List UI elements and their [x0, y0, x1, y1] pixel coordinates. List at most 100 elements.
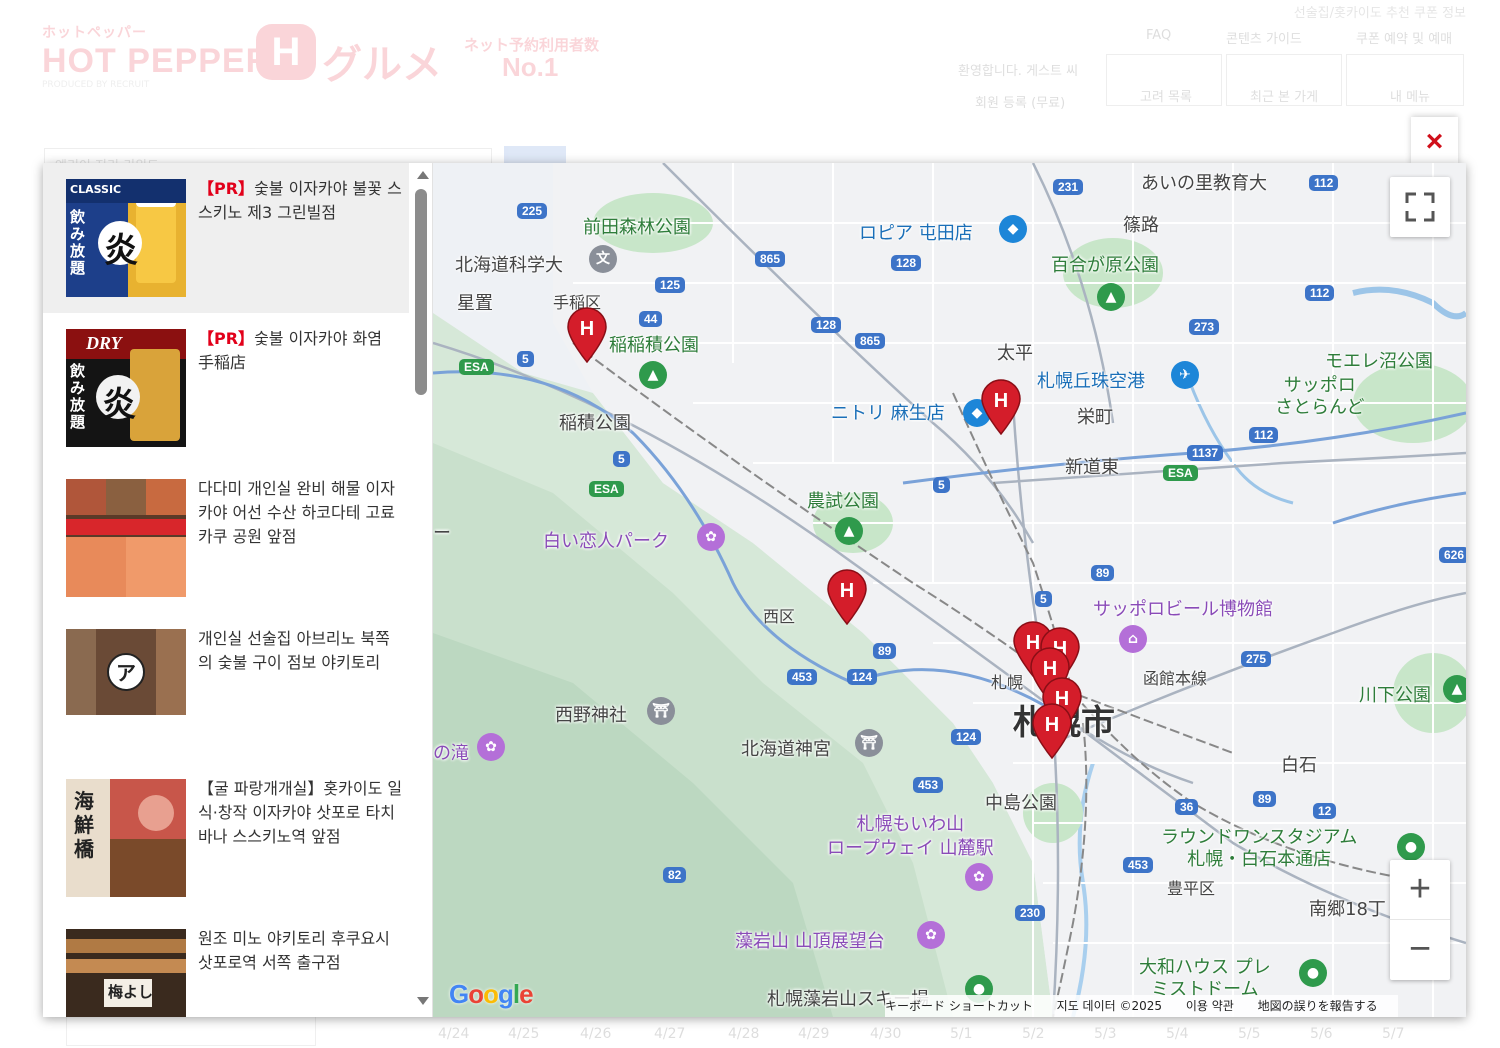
shop-name[interactable]: 다다미 개인실 완비 해물 이자카야 어선 수산 하코다테 고료카쿠 공원 앞점	[198, 477, 403, 549]
shop-name-text: 다다미 개인실 완비 해물 이자카야 어선 수산 하코다테 고료카쿠 공원 앞점	[198, 479, 395, 546]
map-view[interactable]: 225 231 112 865 128 125 44 128 865 273 1…	[433, 163, 1466, 1017]
route-shield: 275	[1241, 651, 1272, 667]
stadium-icon[interactable]: ●	[1397, 833, 1425, 861]
date-cell[interactable]: 5/3	[1094, 1026, 1117, 1042]
restaurant-pin[interactable]: H	[826, 569, 868, 625]
date-cell[interactable]: 4/26	[580, 1026, 611, 1042]
my-menu[interactable]	[1346, 54, 1464, 106]
fullscreen-button[interactable]	[1390, 177, 1450, 237]
park-tree-icon[interactable]: ▲	[1097, 283, 1125, 311]
shop-item[interactable]: ア 개인실 선술집 아브리노 북쪽의 숯불 구이 점보 야키토리	[43, 613, 409, 763]
date-cell[interactable]: 4/30	[870, 1026, 901, 1042]
map-label: 篠路	[1123, 215, 1159, 236]
pin-letter: H	[580, 318, 594, 340]
close-modal-button[interactable]: ×	[1411, 117, 1458, 167]
shop-name[interactable]: 【굴 파랑개개실】홋카이도 일식·창작 이자카야 삿포로 타치바나 스스키노역 …	[198, 777, 403, 849]
map-label: 西区	[763, 607, 796, 626]
date-cell[interactable]: 5/6	[1310, 1026, 1333, 1042]
guide-link[interactable]: 콘텐츠 가이드	[1226, 28, 1302, 47]
recent-menu[interactable]	[1226, 54, 1342, 106]
date-cell[interactable]: 5/1	[950, 1026, 973, 1042]
zoom-out-button[interactable]: −	[1390, 920, 1450, 980]
register-link[interactable]: 회원 등록 (무료)	[975, 92, 1065, 111]
attraction-icon[interactable]: ✿	[697, 523, 725, 551]
date-cell[interactable]: 4/29	[798, 1026, 829, 1042]
shop-thumbnail[interactable]: 梅よし	[66, 929, 186, 1017]
scroll-up-arrow-icon[interactable]	[417, 171, 429, 179]
logo-sub: PRODUCED BY RECRUIT	[42, 80, 150, 90]
shop-item[interactable]: 다다미 개인실 완비 해물 이자카야 어선 수산 하코다테 고료카쿠 공원 앞점	[43, 463, 409, 613]
route-shield: 5	[1035, 591, 1052, 607]
shop-name[interactable]: 【PR】숯불 이자카야 화염 手稲店	[198, 327, 403, 375]
shrine-icon[interactable]: ⛩	[647, 697, 675, 725]
faq-link[interactable]: FAQ	[1146, 28, 1171, 43]
thumb-text: DRY	[86, 333, 122, 353]
pin-letter: H	[840, 580, 854, 602]
shop-item[interactable]: 海鮮橋 【굴 파랑개개실】홋카이도 일식·창작 이자카야 삿포로 타치바나 스스…	[43, 763, 409, 913]
viewpoint-icon[interactable]: ✿	[917, 921, 945, 949]
thumb-text: 炎	[104, 231, 138, 271]
date-cell[interactable]: 5/7	[1382, 1026, 1405, 1042]
map-label: モエレ沼公園	[1325, 351, 1433, 372]
shop-thumbnail[interactable]: 海鮮橋	[66, 779, 186, 897]
route-shield: 44	[639, 311, 663, 327]
shop-name[interactable]: 원조 미노 야키토리 후쿠요시 삿포로역 서쪽 출구점	[198, 927, 403, 975]
date-cell[interactable]: 5/5	[1238, 1026, 1261, 1042]
date-cell[interactable]: 4/25	[508, 1026, 539, 1042]
shop-name[interactable]: 【PR】숯불 이자카야 불꽃 스스키노 제3 그린빌점	[198, 177, 403, 225]
scroll-thumb[interactable]	[415, 189, 427, 395]
google-logo: Google	[449, 979, 534, 1009]
university-icon[interactable]: 文	[589, 245, 617, 273]
dome-icon[interactable]: ●	[1299, 959, 1327, 987]
shrine-icon[interactable]: ⛩	[855, 729, 883, 757]
scroll-down-arrow-icon[interactable]	[417, 997, 429, 1005]
thumb-text: 梅よし	[108, 983, 154, 1001]
attraction-icon[interactable]: ✿	[965, 863, 993, 891]
date-cell[interactable]: 4/28	[728, 1026, 759, 1042]
park-tree-icon[interactable]: ▲	[639, 361, 667, 389]
route-shield: 112	[1305, 285, 1335, 301]
map-label: 川下公園	[1359, 685, 1431, 706]
route-shield: 1137	[1187, 445, 1224, 461]
museum-icon[interactable]: ⌂	[1119, 625, 1147, 653]
restaurant-pin[interactable]: H	[566, 307, 608, 363]
list-scrollbar[interactable]	[411, 163, 432, 1017]
park-tree-icon[interactable]: ▲	[835, 517, 863, 545]
shop-thumbnail[interactable]	[66, 479, 186, 597]
restaurant-pin[interactable]: H	[980, 379, 1022, 435]
date-cell[interactable]: 5/4	[1166, 1026, 1189, 1042]
favorites-menu[interactable]	[1106, 54, 1222, 106]
shop-name[interactable]: 개인실 선술집 아브리노 북쪽의 숯불 구이 점보 야키토리	[198, 627, 403, 675]
date-cell[interactable]: 4/27	[654, 1026, 685, 1042]
thumb-text: 飲み放題	[70, 362, 86, 431]
shop-thumbnail[interactable]: ア	[66, 629, 186, 747]
shop-thumbnail[interactable]: CLASSIC 飲み放題 炎	[66, 179, 186, 297]
map-label: サッポロビール博物館	[1093, 599, 1273, 620]
attraction-icon[interactable]: ✿	[477, 733, 505, 761]
shop-item[interactable]: DRY 飲み放題 炎 【PR】숯불 이자카야 화염 手稲店	[43, 313, 409, 463]
keyboard-shortcuts-link[interactable]: キーボード ショートカット	[885, 999, 1033, 1013]
map-data-text: 지도 데이터 ©2025	[1056, 999, 1163, 1013]
thumb-text: 海鮮橋	[74, 789, 94, 861]
shop-item[interactable]: 梅よし 원조 미노 야키토리 후쿠요시 삿포로역 서쪽 출구점	[43, 913, 409, 1017]
restaurant-pin[interactable]: H	[1031, 703, 1073, 759]
badge-text: ネット予約利用者数	[464, 36, 600, 54]
map-label: 西野神社	[555, 705, 627, 726]
route-shield: 89	[1253, 791, 1277, 807]
airport-icon[interactable]: ✈	[1171, 361, 1199, 389]
date-cell[interactable]: 4/24	[438, 1026, 469, 1042]
route-shield: 128	[811, 317, 842, 333]
terms-link[interactable]: 이용 약관	[1186, 999, 1234, 1013]
shopping-cart-icon[interactable]: ◆	[999, 215, 1027, 243]
report-error-link[interactable]: 地図の誤りを報告する	[1258, 999, 1378, 1013]
shop-item[interactable]: CLASSIC 飲み放題 炎 【PR】숯불 이자카야 불꽃 스스키노 제3 그린…	[43, 163, 409, 313]
coupon-link[interactable]: 쿠폰 예약 및 예매	[1356, 28, 1452, 47]
shop-thumbnail[interactable]: DRY 飲み放題 炎	[66, 329, 186, 447]
zoom-in-button[interactable]: +	[1390, 860, 1450, 920]
my-menu-label: 내 메뉴	[1390, 90, 1431, 105]
date-cell[interactable]: 5/2	[1022, 1026, 1045, 1042]
route-shield: 5	[613, 451, 630, 467]
shop-name-text: 원조 미노 야키토리 후쿠요시 삿포로역 서쪽 출구점	[198, 929, 390, 972]
route-shield: 453	[787, 669, 818, 685]
park-tree-icon[interactable]: ▲	[1443, 675, 1466, 703]
